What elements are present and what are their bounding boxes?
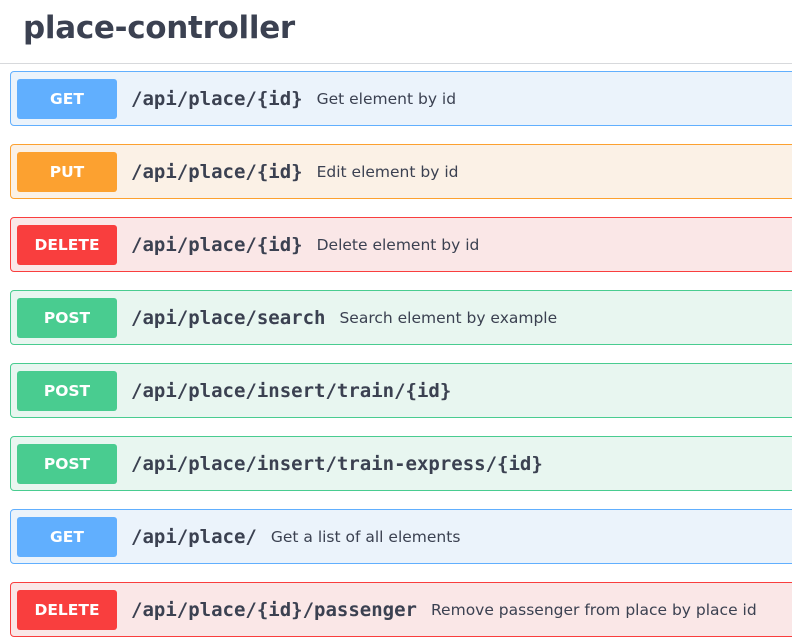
operation-summary: Get element by id <box>316 89 457 108</box>
operation-path: /api/place/insert/train-express/{id} <box>131 452 543 475</box>
method-badge: DELETE <box>17 224 117 265</box>
operation-post-insert-train[interactable]: POST /api/place/insert/train/{id} <box>10 363 792 418</box>
method-badge: DELETE <box>17 589 117 630</box>
operation-path: /api/place/insert/train/{id} <box>131 379 452 402</box>
operation-path: /api/place/{id} <box>131 87 303 110</box>
operation-path: /api/place/ <box>131 525 257 548</box>
method-badge: GET <box>17 78 117 119</box>
operation-post-place-search[interactable]: POST /api/place/search Search element by… <box>10 290 792 345</box>
operation-summary: Search element by example <box>339 308 558 327</box>
operation-path: /api/place/{id} <box>131 160 303 183</box>
method-badge: PUT <box>17 151 117 192</box>
operation-summary: Get a list of all elements <box>270 527 461 546</box>
swagger-page: place-controller GET /api/place/{id} Get… <box>0 0 792 644</box>
operation-summary: Edit element by id <box>316 162 459 181</box>
method-badge: POST <box>17 297 117 338</box>
operation-put-place-by-id[interactable]: PUT /api/place/{id} Edit element by id <box>10 144 792 199</box>
operations-list: GET /api/place/{id} Get element by id PU… <box>10 71 792 644</box>
method-badge: POST <box>17 443 117 484</box>
operation-summary: Remove passenger from place by place id <box>430 600 757 619</box>
operation-post-insert-train-express[interactable]: POST /api/place/insert/train-express/{id… <box>10 436 792 491</box>
tag-section-header[interactable]: place-controller <box>0 0 792 64</box>
operation-path: /api/place/{id}/passenger <box>131 598 417 621</box>
method-badge: POST <box>17 370 117 411</box>
operation-path: /api/place/search <box>131 306 326 329</box>
method-badge: GET <box>17 516 117 557</box>
operation-get-place-list[interactable]: GET /api/place/ Get a list of all elemen… <box>10 509 792 564</box>
tag-title: place-controller <box>23 10 295 46</box>
operation-summary: Delete element by id <box>316 235 480 254</box>
operation-delete-place-passenger[interactable]: DELETE /api/place/{id}/passenger Remove … <box>10 582 792 637</box>
operation-get-place-by-id[interactable]: GET /api/place/{id} Get element by id <box>10 71 792 126</box>
operation-delete-place-by-id[interactable]: DELETE /api/place/{id} Delete element by… <box>10 217 792 272</box>
operation-path: /api/place/{id} <box>131 233 303 256</box>
